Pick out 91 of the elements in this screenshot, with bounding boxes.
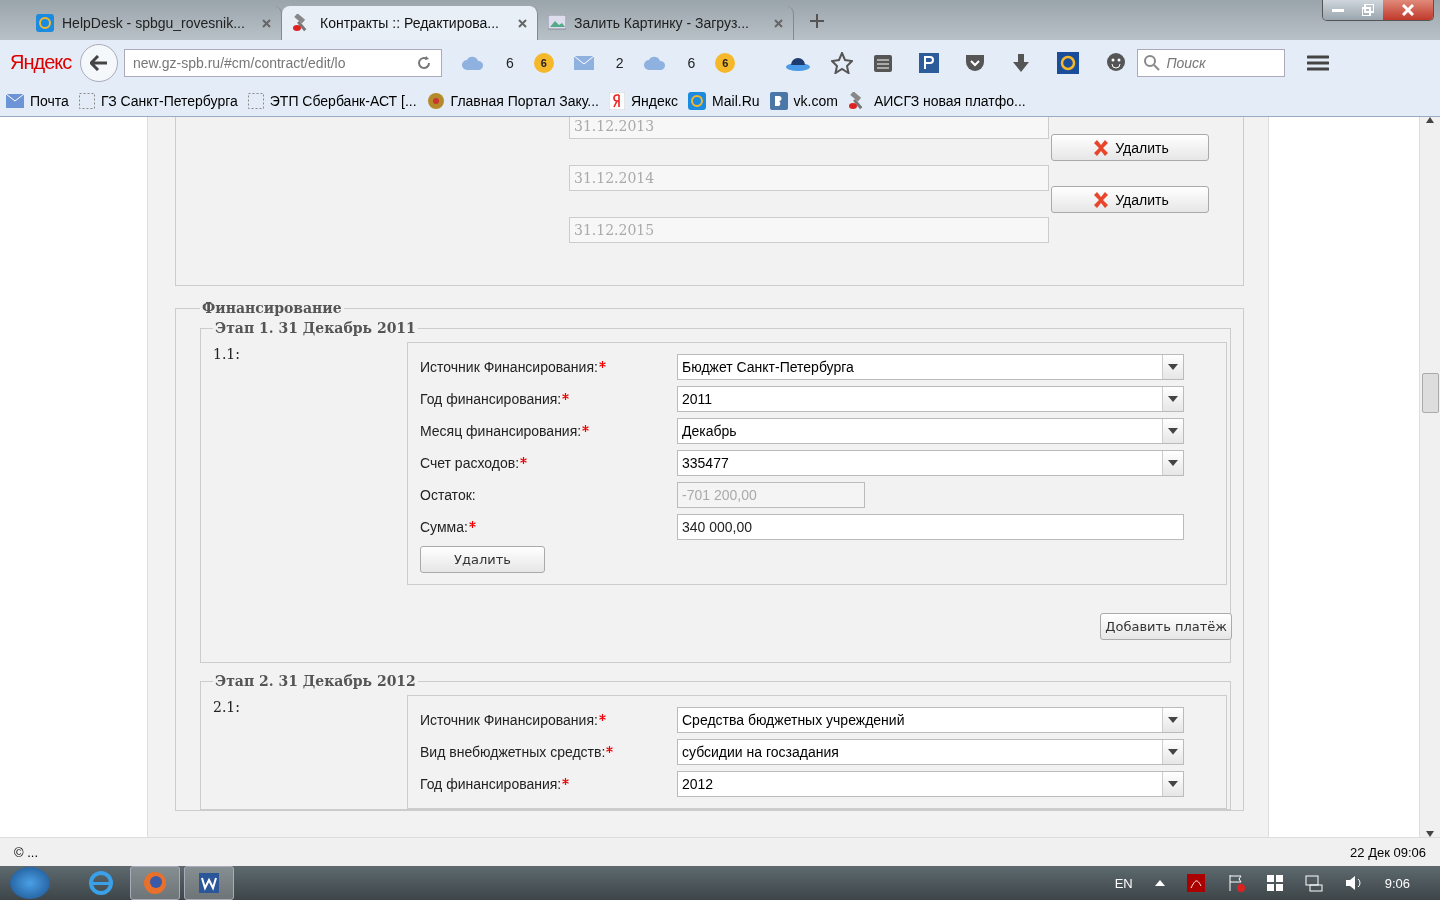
field-label: Год финансирования: — [420, 391, 562, 407]
bookmark-link[interactable]: vk.com — [793, 92, 838, 109]
close-icon[interactable] — [262, 18, 271, 28]
pocket-icon[interactable] — [965, 52, 986, 73]
language-indicator[interactable]: EN — [1114, 875, 1133, 891]
payment-number: 1.1: — [213, 345, 241, 364]
address-field[interactable]: new.gz-spb.ru/#cm/contract/edit/lo — [124, 48, 442, 77]
caret-icon[interactable] — [1168, 460, 1178, 466]
section-legend: Финансирование — [200, 300, 344, 316]
bookmark-link[interactable]: ЭТП Сбербанк-АСТ [... — [269, 92, 417, 109]
close-icon[interactable] — [1383, 0, 1433, 20]
dropdown-field[interactable]: Декабрь — [677, 418, 1184, 444]
field-label: Год финансирования: — [420, 776, 562, 792]
bookmark-link[interactable]: Mail.Ru — [712, 92, 760, 109]
field-label: Счет расходов: — [420, 455, 520, 471]
counter: 6 — [687, 54, 696, 71]
coin-badge[interactable]: 6 — [715, 52, 736, 73]
browser-e-icon — [89, 871, 113, 895]
dropdown-field[interactable]: 2011 — [677, 386, 1184, 412]
field-label: Месяц финансирования: — [420, 423, 582, 439]
caret-icon[interactable] — [1168, 428, 1178, 434]
download-icon[interactable] — [1011, 52, 1032, 73]
input-field[interactable]: 340 000,00 — [677, 514, 1184, 540]
delete-button[interactable]: Удалить — [420, 546, 545, 573]
add-payment-button[interactable]: Добавить платёж — [1100, 613, 1232, 640]
caret-icon[interactable] — [1168, 364, 1178, 370]
at-sign-icon — [36, 14, 54, 32]
bookmark-link[interactable]: Яндекс — [631, 92, 679, 109]
close-icon[interactable] — [518, 18, 527, 28]
browser-tab[interactable]: Контракты :: Редактирова... — [282, 6, 538, 40]
stage-legend: Этап 2. 31 Декабрь 2012 — [213, 673, 418, 689]
star-icon[interactable] — [831, 51, 854, 74]
caret-icon[interactable] — [1168, 781, 1178, 787]
back-icon[interactable] — [80, 43, 118, 82]
payment-number: 2.1: — [213, 698, 241, 717]
coin-badge[interactable]: 6 — [533, 52, 554, 73]
caret-icon[interactable] — [1168, 717, 1178, 723]
dropdown-field[interactable]: 335477 — [677, 450, 1184, 476]
counter: 6 — [506, 54, 514, 71]
bookmark-link[interactable]: Почта — [30, 92, 69, 109]
field-label: Источник Финансирования: — [420, 359, 598, 375]
delete-button[interactable]: Удалить — [1051, 186, 1209, 213]
brand-logo[interactable]: Яндекс — [10, 51, 70, 74]
readonly-field: -701 200,00 — [677, 482, 865, 508]
at-sign-icon — [688, 91, 707, 110]
bookmark-link[interactable]: Главная Портал Заку... — [450, 92, 599, 109]
field-label: Сумма: — [420, 519, 468, 535]
scrollbar[interactable] — [1419, 117, 1440, 837]
caret-icon[interactable] — [1168, 396, 1178, 402]
status-date: 22 Дек 09:06 — [1350, 844, 1426, 860]
blank-page-icon — [78, 92, 95, 109]
document-w-icon — [197, 871, 221, 895]
bookmark-link[interactable]: АИСГЗ новая платфо... — [873, 92, 1026, 109]
clock[interactable]: 9:06 — [1384, 875, 1410, 891]
caret-icon[interactable] — [1168, 749, 1178, 755]
caret-icon[interactable] — [1154, 880, 1165, 886]
scrollbar-thumb[interactable] — [1421, 373, 1439, 413]
field-label: Вид внебюджетных средств: — [420, 744, 606, 760]
square-logo-icon — [769, 91, 788, 110]
stage-legend: Этап 1. 31 Декабрь 2011 — [213, 320, 418, 336]
search-field[interactable]: Поиск — [1137, 48, 1286, 77]
status-text: © ... — [14, 844, 39, 860]
smiley-icon[interactable] — [1105, 51, 1128, 74]
taskbar-app[interactable] — [130, 866, 180, 900]
reload-icon[interactable] — [417, 55, 431, 70]
picture-icon — [548, 15, 566, 31]
dropdown-field[interactable]: 2012 — [677, 771, 1184, 797]
dropdown-field[interactable]: Бюджет Санкт-Петербурга — [677, 354, 1184, 380]
at-sign-icon[interactable] — [1057, 51, 1080, 74]
blank-page-icon — [247, 92, 264, 109]
envelope-icon — [6, 93, 24, 108]
windows-icon[interactable] — [1266, 875, 1283, 891]
close-icon[interactable] — [774, 18, 783, 28]
list-icon[interactable] — [873, 52, 894, 73]
menu-icon[interactable] — [1307, 53, 1330, 72]
field-label: Источник Финансирования: — [420, 712, 598, 728]
network-icon[interactable] — [1304, 874, 1323, 892]
delete-button[interactable]: Удалить — [1051, 134, 1209, 161]
speaker-icon[interactable] — [1344, 874, 1363, 892]
bookmark-link[interactable]: ГЗ Санкт-Петербурга — [100, 92, 238, 109]
counter: 2 — [615, 54, 624, 71]
search-icon — [1144, 54, 1161, 71]
letter-icon — [609, 91, 625, 110]
taskbar-app[interactable] — [184, 866, 234, 900]
dropdown-field[interactable]: Средства бюджетных учреждений — [677, 707, 1184, 733]
flag-icon[interactable] — [1226, 874, 1245, 892]
dropdown-field[interactable]: субсидии на госзадания — [677, 739, 1184, 765]
emblem-icon — [426, 91, 445, 110]
start-button[interactable] — [10, 867, 50, 899]
new-tab-icon[interactable] — [810, 14, 824, 28]
field-label: Остаток: — [420, 487, 476, 503]
